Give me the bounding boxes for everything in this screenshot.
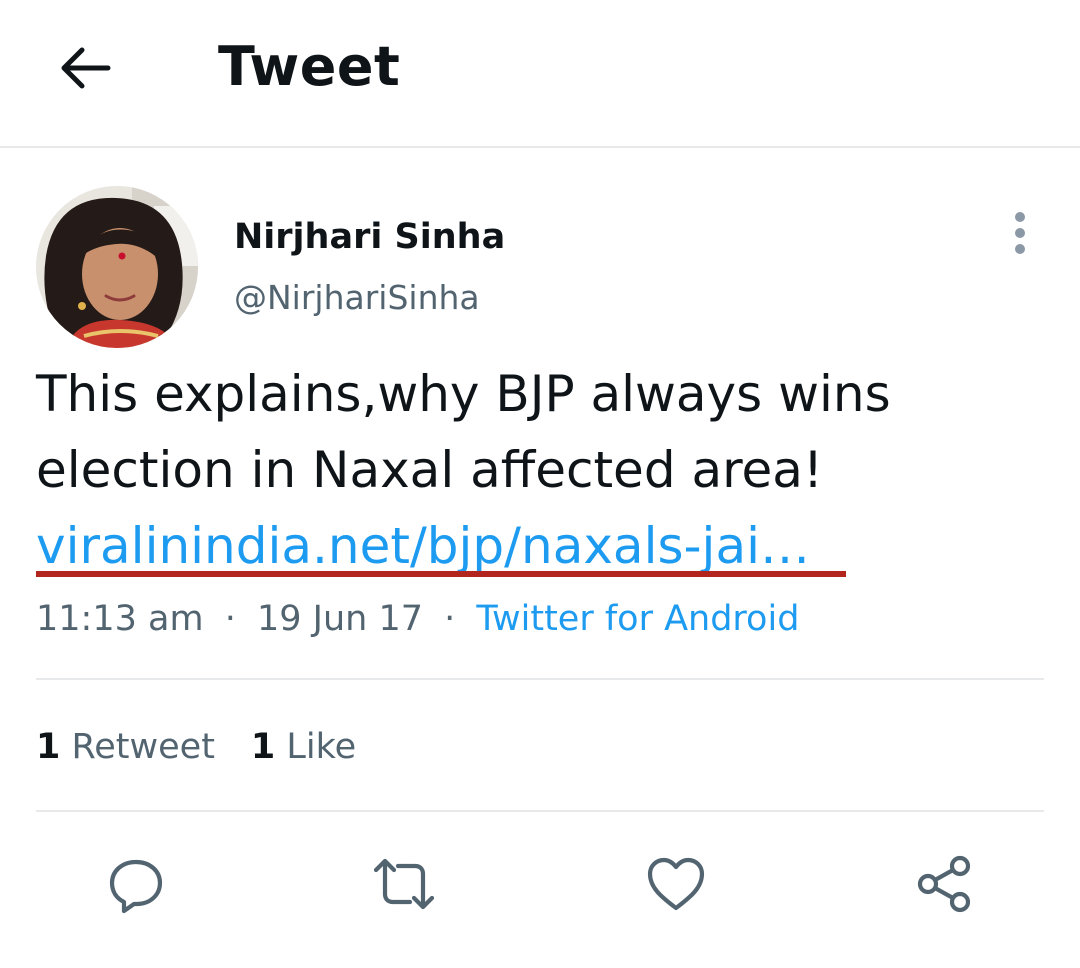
annotation-underline [36, 571, 846, 577]
divider [36, 678, 1044, 680]
share-icon [917, 855, 971, 913]
tweet-time: 11:13 am [36, 599, 204, 639]
top-app-bar: Tweet [0, 0, 1080, 148]
author-display-name[interactable]: Nirjhari Sinha [234, 214, 505, 260]
like-button[interactable] [644, 852, 708, 916]
tweet-text: This explains,why BJP always wins electi… [36, 365, 891, 499]
more-options-button[interactable] [996, 208, 1044, 258]
avatar[interactable] [36, 186, 198, 348]
page-title: Tweet [218, 35, 401, 98]
likes-label: Like [286, 727, 357, 767]
meta-separator: · [444, 599, 456, 639]
heart-icon [647, 857, 705, 911]
retweets-stat[interactable]: 1 Retweet [36, 727, 215, 767]
arrow-left-icon [61, 47, 111, 89]
tweet-meta: 11:13 am · 19 Jun 17 · Twitter for Andro… [36, 596, 799, 642]
retweets-count: 1 [36, 727, 61, 767]
retweets-label: Retweet [71, 727, 215, 767]
retweet-button[interactable] [372, 852, 436, 916]
tweet-date: 19 Jun 17 [256, 599, 423, 639]
retweet-icon [373, 858, 435, 910]
back-button[interactable] [48, 36, 120, 100]
more-vertical-icon [1015, 212, 1025, 254]
tweet-source[interactable]: Twitter for Android [476, 599, 799, 639]
meta-separator: · [224, 599, 236, 639]
share-button[interactable] [912, 852, 976, 916]
divider [36, 810, 1044, 812]
likes-count: 1 [250, 727, 276, 767]
likes-stat[interactable]: 1 Like [251, 727, 356, 767]
reply-icon [109, 859, 163, 914]
tweet-stats: 1 Retweet 1 Like [36, 724, 356, 770]
reply-button[interactable] [104, 852, 168, 916]
author-handle[interactable]: @NirjhariSinha [234, 276, 480, 320]
